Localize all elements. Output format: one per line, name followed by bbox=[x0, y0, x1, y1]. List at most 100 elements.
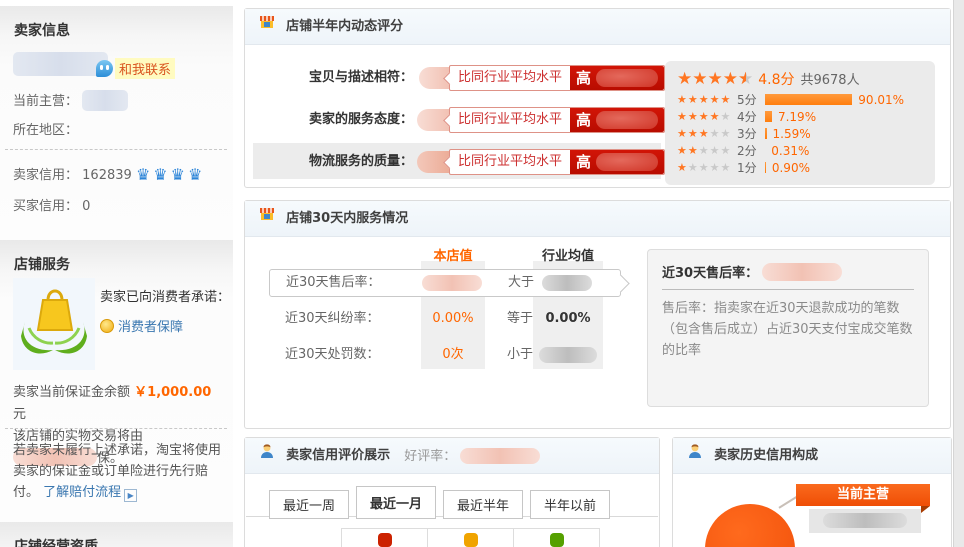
info-description: 售后率：指卖家在近30天退款成功的笔数（包含售后成立）占近30天支付宝成交笔数的… bbox=[662, 298, 914, 361]
breakdown-row-4: ★★★★★ 4分 7.19% bbox=[677, 108, 935, 125]
consumer-protection-icon bbox=[13, 278, 95, 370]
qualification-title: 店铺经营资质 bbox=[0, 522, 233, 547]
industry-value: 0.00% bbox=[533, 309, 603, 329]
industry-compare-callout: 比同行业平均水平 高 bbox=[449, 149, 665, 175]
row-percent: 0.90% bbox=[772, 161, 810, 175]
panel-title: 卖家历史信用构成 bbox=[714, 448, 818, 463]
medal-icon bbox=[100, 319, 114, 333]
deposit-unit: 元 bbox=[13, 407, 26, 422]
credit-history-header: 卖家历史信用构成 bbox=[673, 438, 951, 474]
row-percent: 0.31% bbox=[771, 144, 809, 158]
compare-text: 比同行业平均水平 bbox=[450, 150, 570, 174]
shop-service-title: 店铺服务 bbox=[0, 240, 233, 274]
ribbon-fold bbox=[921, 506, 930, 513]
service-30d-header: 店铺30天内服务情况 bbox=[245, 201, 950, 237]
row-level: 1分 bbox=[737, 159, 765, 176]
compare-text: 比同行业平均水平 bbox=[450, 66, 570, 90]
row-label: 近30天处罚数： bbox=[285, 345, 380, 365]
buyer-credit-row: 买家信用： 0 bbox=[13, 195, 90, 214]
seller-credit-row: 卖家信用： 162839 ♛♛♛♛ bbox=[13, 164, 205, 184]
qualification-section: 店铺经营资质 bbox=[0, 522, 233, 547]
row-level: 3分 bbox=[737, 125, 765, 142]
credit-display-panel: 卖家信用评价展示 好评率： 最近一周最近一月最近半年半年以前 bbox=[244, 437, 660, 547]
percent-redacted bbox=[596, 69, 658, 87]
higher-word: 高 bbox=[576, 147, 591, 177]
rating-row-description: 宝贝与描述相符： 比同行业平均水平 高 bbox=[245, 63, 665, 93]
rating-row-service: 卖家的服务态度： 比同行业平均水平 高 bbox=[245, 105, 665, 135]
overall-score: 4.8分 bbox=[758, 72, 794, 88]
breakdown-row-5: ★★★★★ 5分 90.01% bbox=[677, 91, 935, 108]
compensation-text: 若卖家未履行上述承诺，淘宝将使用卖家的保证金或订单险进行先行赔付。 了解赔付流程… bbox=[13, 440, 223, 503]
rating-summary-box: ★★★★★★4.8分共9678人 ★★★★★ 5分 90.01% ★★★★★ 4… bbox=[665, 61, 935, 185]
wangwang-chat-icon bbox=[96, 60, 113, 77]
person-icon bbox=[687, 438, 703, 474]
positive-rate-label: 好评率： bbox=[404, 449, 456, 464]
neutral-cell bbox=[427, 528, 514, 547]
panel-title: 店铺半年内动态评分 bbox=[286, 19, 403, 34]
time-range-tabs: 最近一周最近一月最近半年半年以前 bbox=[269, 488, 617, 518]
contact-me-label: 和我联系 bbox=[115, 58, 175, 79]
compare-text: 比同行业平均水平 bbox=[450, 108, 570, 132]
consumer-protection-row: 消费者保障 bbox=[100, 316, 183, 335]
scrollbar-track[interactable] bbox=[953, 0, 964, 547]
half-star-icon: ★★ bbox=[738, 69, 753, 89]
negative-cell bbox=[513, 528, 600, 547]
col-header-shop: 本店值 bbox=[415, 245, 491, 264]
seller-name-redacted bbox=[13, 52, 108, 76]
tab-last-month[interactable]: 最近一月 bbox=[356, 486, 436, 519]
shop-value: 0.00% bbox=[421, 309, 485, 329]
row-level: 5分 bbox=[737, 91, 765, 108]
compensation-link[interactable]: 了解赔付流程 bbox=[43, 485, 121, 500]
industry-compare-callout: 比同行业平均水平 高 bbox=[449, 107, 665, 133]
current-business-value-box bbox=[809, 509, 921, 533]
shop-value-redacted bbox=[422, 275, 482, 291]
crown-rank-icons: ♛♛♛♛ bbox=[136, 165, 205, 184]
sidebar: 卖家信息 和我联系 当前主营： 所在地区： 卖家信用： 162839 ♛♛♛♛ … bbox=[0, 0, 233, 547]
deposit-prefix: 卖家当前保证金余额 bbox=[13, 385, 130, 400]
higher-word: 高 bbox=[576, 63, 591, 93]
positive-rate-redacted bbox=[460, 448, 540, 464]
compare-higher-badge: 高 bbox=[570, 66, 664, 90]
row-operator: 大于 bbox=[508, 270, 534, 296]
play-arrow-icon: ▶ bbox=[124, 489, 137, 502]
row-operator: 小于 bbox=[507, 345, 533, 365]
contact-me-button[interactable]: 和我联系 bbox=[96, 58, 175, 78]
divider bbox=[662, 289, 914, 290]
percent-bar bbox=[765, 94, 852, 105]
region-label: 所在地区： bbox=[13, 123, 78, 138]
positive-cell bbox=[341, 528, 428, 547]
row-stars: ★★★★★ bbox=[677, 110, 737, 123]
neutral-icon bbox=[464, 533, 478, 547]
deposit-amount: ￥1,000.00 bbox=[134, 385, 211, 400]
col-header-industry: 行业均值 bbox=[527, 245, 609, 264]
promise-label: 卖家已向消费者承诺： bbox=[100, 286, 230, 305]
current-business-redacted bbox=[823, 513, 907, 528]
aftersale-rate-row[interactable]: 近30天售后率： 大于 bbox=[269, 269, 621, 297]
main-business-redacted bbox=[82, 90, 128, 111]
divider bbox=[5, 149, 227, 150]
row-level: 2分 bbox=[737, 142, 765, 159]
seller-profile-page: 卖家信息 和我联系 当前主营： 所在地区： 卖家信用： 162839 ♛♛♛♛ … bbox=[0, 0, 964, 547]
seller-credit-label: 卖家信用： bbox=[13, 168, 78, 183]
row-level: 4分 bbox=[737, 108, 765, 125]
positive-icon bbox=[378, 533, 392, 547]
shop-service-section: 店铺服务 卖家已向消费者承诺： 消费者保障 卖家当前保证金余额 ￥1,000.0… bbox=[0, 240, 233, 522]
tab-last-half-year[interactable]: 最近半年 bbox=[443, 490, 523, 519]
row-stars: ★★★★★ bbox=[677, 93, 737, 106]
info-value-redacted bbox=[762, 263, 842, 281]
current-business-label: 当前主营 bbox=[837, 487, 889, 502]
percent-bar bbox=[765, 162, 766, 173]
tab-before-half-year[interactable]: 半年以前 bbox=[530, 490, 610, 519]
seller-info-section: 卖家信息 和我联系 当前主营： 所在地区： 卖家信用： 162839 ♛♛♛♛ … bbox=[0, 6, 233, 240]
tab-last-week[interactable]: 最近一周 bbox=[269, 490, 349, 519]
breakdown-row-3: ★★★★★ 3分 1.59% bbox=[677, 125, 935, 142]
person-icon bbox=[259, 438, 275, 474]
panel-title: 卖家信用评价展示 bbox=[286, 448, 390, 463]
industry-compare-callout: 比同行业平均水平 高 bbox=[449, 65, 665, 91]
row-percent: 90.01% bbox=[858, 93, 904, 107]
higher-word: 高 bbox=[576, 105, 591, 135]
rating-label: 卖家的服务态度： bbox=[245, 105, 413, 135]
credit-display-header: 卖家信用评价展示 好评率： bbox=[245, 438, 659, 474]
rating-count: 共9678人 bbox=[800, 73, 859, 88]
consumer-protection-link[interactable]: 消费者保障 bbox=[118, 320, 183, 335]
